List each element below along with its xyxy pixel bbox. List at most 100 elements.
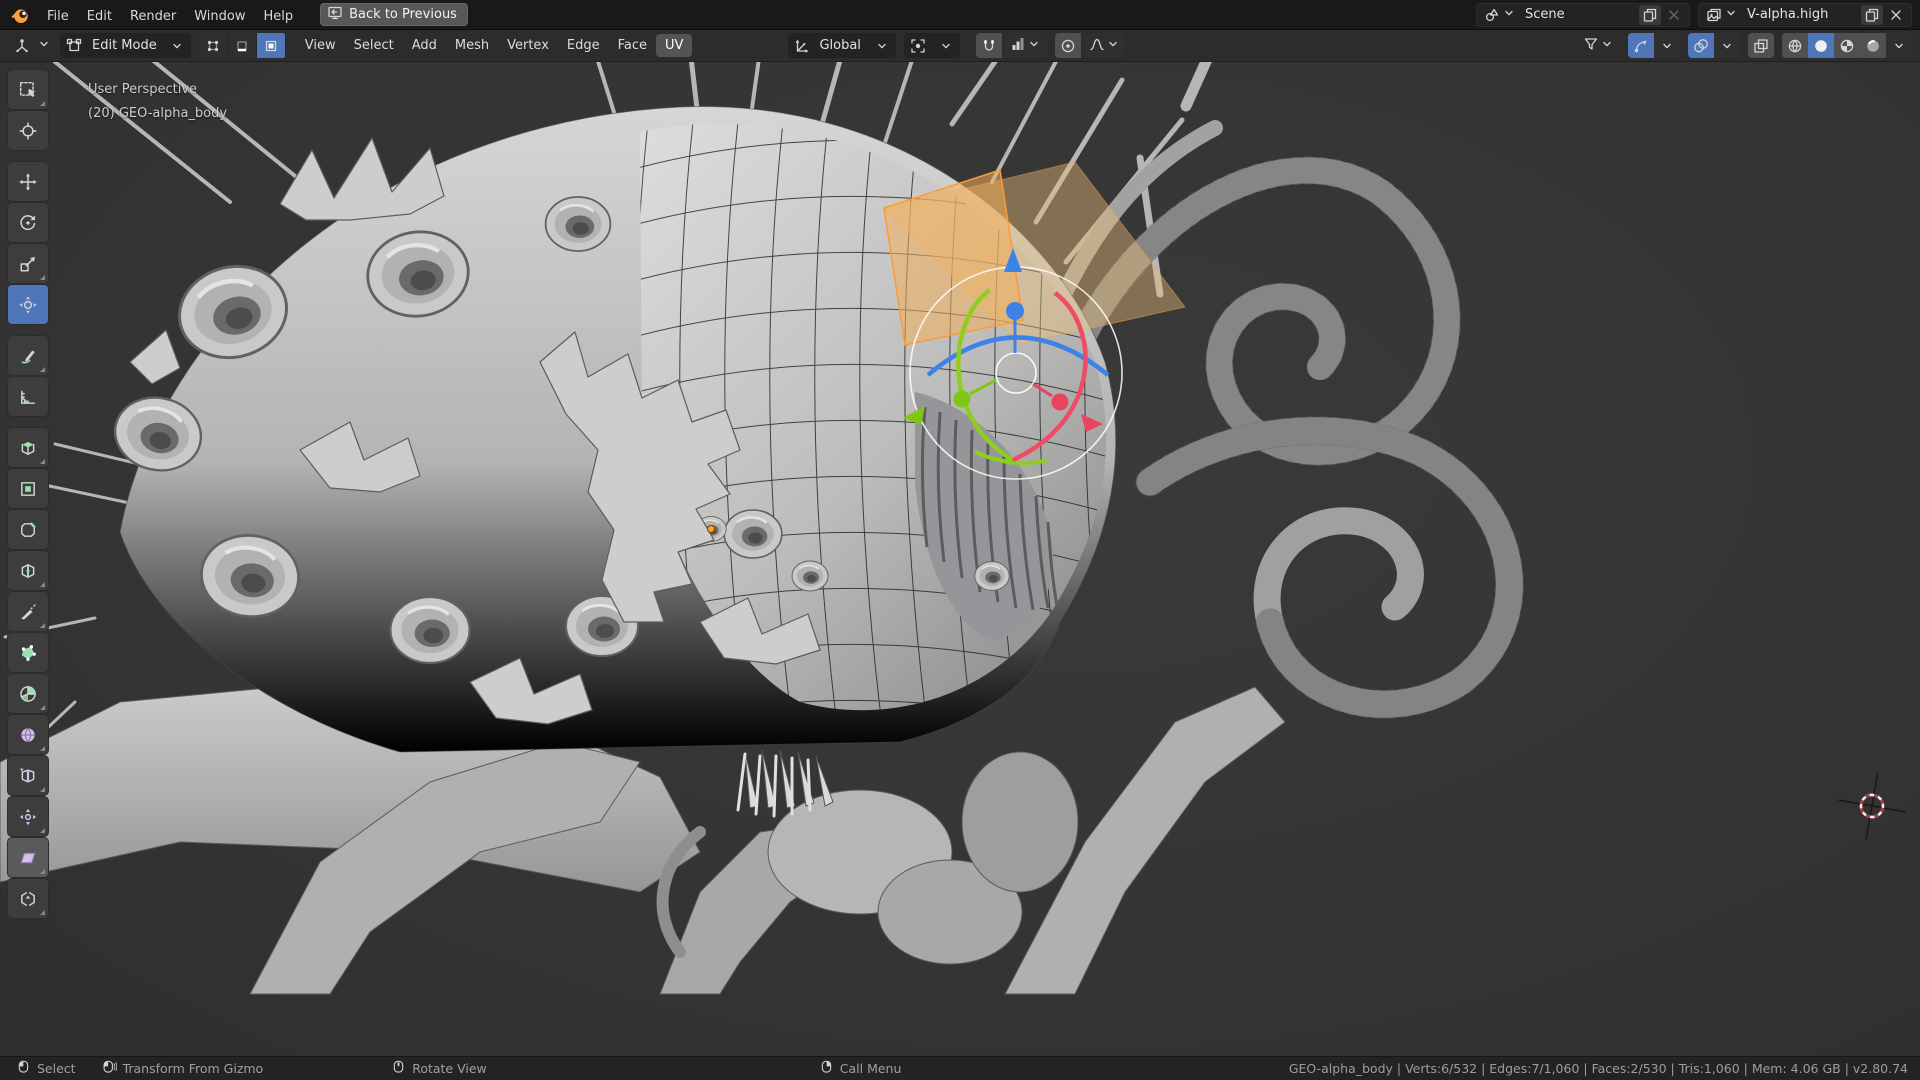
tool-bevel[interactable] (8, 510, 48, 549)
viewport-menu-add[interactable]: Add (403, 34, 446, 57)
hint-label: Call Menu (840, 1061, 902, 1076)
tool-transform[interactable] (8, 285, 48, 324)
tool-shear[interactable] (8, 838, 48, 877)
tool-shelf (8, 70, 48, 918)
falloff-chevron-icon (1105, 36, 1121, 56)
tool-spin[interactable] (8, 674, 48, 713)
falloff-curve-icon (1089, 36, 1105, 56)
tool-measure[interactable] (8, 377, 48, 416)
shading-material-button[interactable] (1834, 33, 1860, 58)
view-layer-chevron-icon[interactable] (1723, 5, 1739, 25)
xray-toggle[interactable] (1748, 33, 1774, 58)
shading-solid-button[interactable] (1808, 33, 1834, 58)
tool-smooth[interactable] (8, 715, 48, 754)
orientation-chevron-icon (868, 33, 896, 58)
tool-rip-region[interactable] (8, 879, 48, 918)
proportional-falloff-dropdown[interactable] (1084, 33, 1126, 58)
viewport-menu-face[interactable]: Face (609, 34, 656, 57)
statusbar-hint-call-menu: Call Menu (819, 1060, 902, 1078)
viewport-menu-uv[interactable]: UV (656, 34, 692, 57)
topbar-menu-render[interactable]: Render (121, 6, 185, 27)
viewport-menu-mesh[interactable]: Mesh (446, 34, 498, 57)
pivot-center-icon (904, 33, 932, 58)
shading-rendered-button[interactable] (1860, 33, 1886, 58)
topbar-menu-edit[interactable]: Edit (78, 6, 121, 27)
show-overlays-toggle[interactable] (1688, 33, 1714, 58)
viewport-header: Edit Mode ViewSelectAddMeshVertexEdgeFac… (0, 30, 1920, 62)
proportional-editing-button[interactable] (1055, 33, 1081, 58)
editor-type-selector[interactable] (8, 33, 52, 58)
viewport-menu-vertex[interactable]: Vertex (498, 34, 558, 57)
shading-settings-dropdown[interactable] (1886, 33, 1912, 58)
viewport-3d[interactable]: User Perspective (20) GEO-alpha_body (0, 62, 1920, 1056)
tool-inset-faces[interactable] (8, 469, 48, 508)
mouse-middle-icon (391, 1060, 406, 1078)
viewport-canvas[interactable] (0, 62, 1920, 1056)
edit-mode-icon (60, 33, 88, 58)
tool-rotate[interactable] (8, 203, 48, 242)
shading-wireframe-button[interactable] (1782, 33, 1808, 58)
orientation-label: Global (816, 38, 867, 53)
view-layer-name[interactable]: V-alpha.high (1739, 7, 1859, 22)
tool-scale[interactable] (8, 244, 48, 283)
statusbar-hint-rotate-view: Rotate View (391, 1060, 487, 1078)
tool-annotate[interactable] (8, 336, 48, 375)
tool-loop-cut[interactable] (8, 551, 48, 590)
viewport-menu-view[interactable]: View (296, 34, 345, 57)
mesh-select-mode-buttons (199, 33, 286, 58)
viewport-menu-edge[interactable]: Edge (558, 34, 609, 57)
tool-extrude[interactable] (8, 428, 48, 467)
header-center-cluster: Global (788, 33, 1125, 58)
scene-name[interactable]: Scene (1517, 7, 1637, 22)
topbar-menu-window[interactable]: Window (185, 6, 254, 27)
3d-cursor (1833, 767, 1912, 846)
view-layer-close-button[interactable] (1885, 5, 1907, 25)
scene-chevron-icon[interactable] (1501, 5, 1517, 25)
snap-settings-dropdown[interactable] (1005, 33, 1047, 58)
blender-window: FileEditRenderWindowHelp Back to Previou… (0, 0, 1920, 1080)
topbar-menus: FileEditRenderWindowHelp (38, 5, 302, 24)
mode-label: Edit Mode (88, 38, 163, 53)
topbar-menu-help[interactable]: Help (255, 6, 303, 27)
scene-close-icon (1663, 5, 1685, 25)
tool-cursor[interactable] (8, 111, 48, 150)
overlays-settings-dropdown[interactable] (1714, 33, 1740, 58)
vertex-select-button[interactable] (199, 33, 228, 58)
edge-select-button[interactable] (228, 33, 257, 58)
view-layer-selector[interactable]: V-alpha.high (1698, 3, 1912, 27)
mode-dropdown[interactable]: Edit Mode (60, 33, 191, 58)
back-button-label: Back to Previous (349, 7, 457, 22)
topbar-menu-file[interactable]: File (38, 6, 78, 27)
tool-edge-slide[interactable] (8, 756, 48, 795)
filter-chevron-icon (1599, 36, 1615, 56)
transform-orientation-dropdown[interactable]: Global (788, 33, 895, 58)
gizmo-settings-dropdown[interactable] (1654, 33, 1680, 58)
header-right-cluster (1578, 33, 1912, 58)
tool-move[interactable] (8, 162, 48, 201)
show-gizmo-toggle[interactable] (1628, 33, 1654, 58)
scene-copy-button[interactable] (1639, 5, 1661, 25)
snap-toggle-button[interactable] (976, 33, 1002, 58)
statusbar: SelectTransform From GizmoRotate ViewCal… (0, 1056, 1920, 1080)
face-select-button[interactable] (257, 33, 286, 58)
hint-label: Select (37, 1061, 76, 1076)
pivot-point-dropdown[interactable] (904, 33, 960, 58)
scene-selector[interactable]: Scene (1476, 3, 1690, 27)
editor-chevron-icon (36, 36, 52, 56)
active-vertex[interactable] (708, 526, 715, 533)
mouse-right-icon (819, 1060, 834, 1078)
show-object-types-dropdown[interactable] (1578, 33, 1620, 58)
scene-icon (1481, 7, 1501, 23)
tool-box-select[interactable] (8, 70, 48, 109)
back-to-previous-button[interactable]: Back to Previous (320, 3, 468, 26)
back-screen-icon (327, 5, 343, 25)
tool-knife[interactable] (8, 592, 48, 631)
viewport-menu-select[interactable]: Select (345, 34, 403, 57)
pivot-chevron-icon (932, 33, 960, 58)
blender-logo-icon[interactable] (10, 4, 32, 26)
tool-shrink-fatten[interactable] (8, 797, 48, 836)
mouse-left-icon (16, 1060, 31, 1078)
mode-chevron-icon (163, 33, 191, 58)
tool-poly-build[interactable] (8, 633, 48, 672)
view-layer-copy-button[interactable] (1861, 5, 1883, 25)
